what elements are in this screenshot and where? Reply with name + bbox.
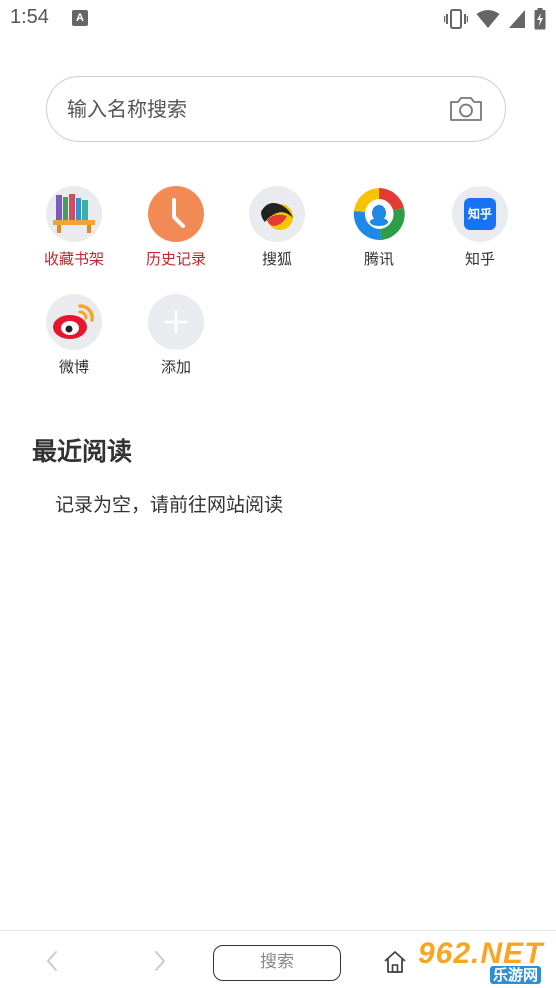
bottom-search-button[interactable]: 搜索	[213, 945, 341, 981]
zhihu-badge: 知乎	[464, 198, 496, 230]
shortcut-bookshelf[interactable]: 收藏书架	[28, 186, 120, 269]
shortcut-tencent[interactable]: 腾讯	[333, 186, 425, 269]
shortcut-label: 添加	[160, 358, 191, 376]
recent-empty-text: 记录为空，请前往网站阅读	[55, 494, 284, 516]
wifi-icon	[476, 10, 500, 28]
weibo-icon	[46, 294, 102, 350]
signal-icon	[509, 10, 525, 28]
camera-icon[interactable]	[449, 96, 483, 122]
status-time: 1:54	[10, 6, 49, 28]
chevron-right-icon[interactable]	[150, 949, 170, 973]
recent-reading-title: 最近阅读	[32, 437, 133, 466]
watermark-bottom: 乐游网	[490, 966, 542, 984]
shortcut-label: 历史记录	[145, 250, 206, 268]
shortcut-weibo[interactable]: 微博	[28, 294, 120, 377]
shortcut-zhihu[interactable]: 知乎 知乎	[434, 186, 526, 269]
shortcut-history[interactable]: 历史记录	[130, 186, 222, 269]
shortcut-add[interactable]: 添加	[130, 294, 222, 377]
clock-icon	[148, 186, 204, 242]
shortcut-label: 收藏书架	[43, 250, 104, 268]
notification-a-icon: A	[72, 10, 88, 26]
status-bar: 1:54 A	[0, 0, 556, 40]
vibrate-icon	[444, 9, 468, 29]
bookshelf-icon	[46, 186, 102, 242]
search-input[interactable]	[67, 77, 427, 140]
shortcut-label: 腾讯	[363, 250, 394, 268]
battery-charging-icon	[534, 8, 546, 30]
shortcut-label: 知乎	[464, 250, 495, 268]
sohu-icon	[249, 186, 305, 242]
status-icons	[444, 8, 546, 30]
plus-icon	[148, 294, 204, 350]
shortcut-sohu[interactable]: 搜狐	[231, 186, 323, 269]
tencent-icon	[351, 186, 407, 242]
search-bar[interactable]	[46, 76, 506, 142]
home-icon[interactable]	[382, 949, 408, 975]
zhihu-icon: 知乎	[452, 186, 508, 242]
watermark-logo: 962.NET 乐游网	[418, 937, 552, 985]
chevron-left-icon[interactable]	[42, 949, 62, 973]
shortcut-label: 微博	[58, 358, 89, 376]
bottom-bar: 搜索 962.NET 乐游网	[0, 930, 556, 988]
shortcut-label: 搜狐	[261, 250, 292, 268]
